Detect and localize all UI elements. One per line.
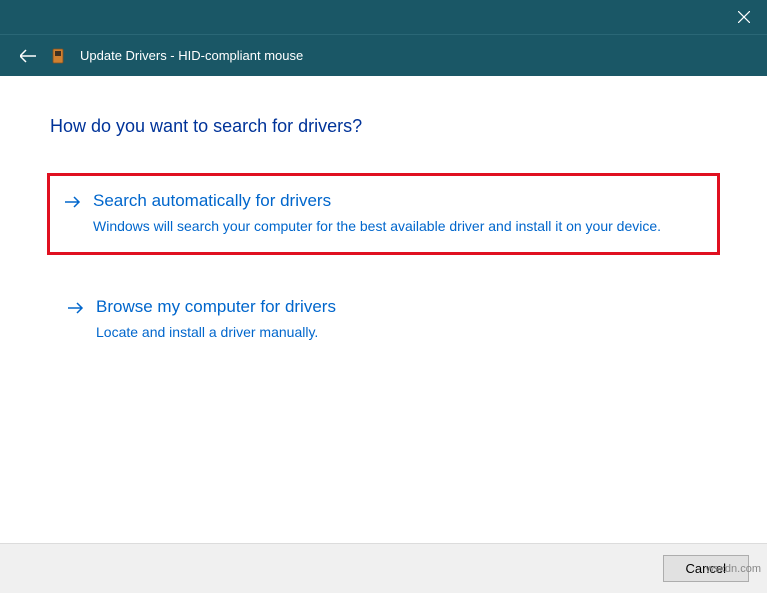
watermark: wsxdn.com — [706, 563, 761, 575]
wizard-header: Update Drivers - HID-compliant mouse — [0, 34, 767, 76]
close-icon — [738, 11, 750, 23]
back-button[interactable] — [20, 49, 36, 63]
wizard-title: Update Drivers - HID-compliant mouse — [80, 48, 303, 63]
option-body: Search automatically for drivers Windows… — [93, 191, 702, 237]
option-title: Browse my computer for drivers — [96, 297, 699, 317]
arrow-right-icon — [68, 301, 84, 343]
titlebar — [0, 0, 767, 34]
back-arrow-icon — [20, 49, 36, 63]
option-title: Search automatically for drivers — [93, 191, 702, 211]
option-browse-manually[interactable]: Browse my computer for drivers Locate an… — [50, 279, 717, 361]
device-icon — [50, 48, 66, 64]
arrow-right-icon — [65, 195, 81, 237]
option-description: Locate and install a driver manually. — [96, 323, 699, 343]
footer: Cancel — [0, 543, 767, 593]
option-description: Windows will search your computer for th… — [93, 217, 702, 237]
page-heading: How do you want to search for drivers? — [50, 116, 717, 137]
content-area: How do you want to search for drivers? S… — [0, 76, 767, 543]
option-search-automatically[interactable]: Search automatically for drivers Windows… — [47, 173, 720, 255]
close-button[interactable] — [721, 0, 767, 34]
option-body: Browse my computer for drivers Locate an… — [96, 297, 699, 343]
